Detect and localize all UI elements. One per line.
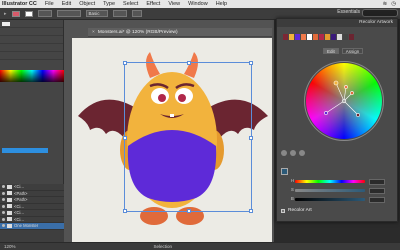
resize-handle[interactable] <box>123 136 127 140</box>
close-icon[interactable]: × <box>92 30 95 35</box>
recolor-artwork-dialog: Recolor Artwork Edit Assign H S B Recolo… <box>276 18 398 222</box>
eye-icon[interactable] <box>2 198 5 202</box>
layer-thumbnail <box>7 204 12 209</box>
brightness-value[interactable] <box>369 197 385 203</box>
layer-thumbnail <box>7 197 12 202</box>
tab-edit[interactable]: Edit <box>323 48 339 54</box>
layer-label: One Monster <box>14 223 39 229</box>
color-wheel[interactable] <box>306 63 382 139</box>
current-tool: Selection <box>153 244 173 249</box>
panel-row <box>0 36 63 44</box>
search-input[interactable] <box>362 9 398 17</box>
saturation-slider[interactable] <box>295 189 365 192</box>
layer-row-selected[interactable]: One Monster <box>0 223 64 230</box>
wifi-icon: ≋ <box>382 1 388 7</box>
workspace-switcher[interactable]: Essentials <box>337 9 360 15</box>
clock-icon: ◷ <box>391 1 396 7</box>
resize-handle[interactable] <box>249 61 253 65</box>
panel-row <box>0 52 63 60</box>
swatch-icon <box>2 21 10 26</box>
hue-slider[interactable] <box>295 180 365 183</box>
zoom-level[interactable]: 120% <box>4 244 16 249</box>
menu-type[interactable]: Type <box>103 1 115 7</box>
panel-row <box>0 20 63 28</box>
layers-panel: <Ci... <Path> <Path> <Ci... <Ci... <Ci..… <box>0 184 64 242</box>
stroke-swatch[interactable] <box>24 10 33 17</box>
color-group-swatches[interactable] <box>283 34 354 40</box>
eye-icon[interactable] <box>2 211 5 215</box>
stroke-weight[interactable] <box>37 10 52 17</box>
eye-icon[interactable] <box>2 185 5 189</box>
resize-handle[interactable] <box>123 61 127 65</box>
layer-thumbnail <box>7 217 12 222</box>
menu-help[interactable]: Help <box>216 1 227 7</box>
layer-label: <Ci... <box>14 203 24 209</box>
eye-icon[interactable] <box>2 191 5 195</box>
status-icons: ≋ ◷ <box>383 1 400 7</box>
resize-handle[interactable] <box>187 61 191 65</box>
dialog-tabs: Edit Assign <box>323 48 364 54</box>
active-color-swatch[interactable] <box>281 168 288 175</box>
fill-swatch[interactable] <box>11 10 20 17</box>
resize-handle[interactable] <box>249 136 253 140</box>
menu-bar: Illustrator CC File Edit Object Type Sel… <box>0 0 400 8</box>
layer-label: <Ci... <box>14 184 24 190</box>
saturation-value[interactable] <box>369 188 385 194</box>
tab-assign[interactable]: Assign <box>341 48 364 54</box>
resize-handle[interactable] <box>187 209 191 213</box>
document-tab[interactable]: × Monsters.ai* @ 120% (RGB/Preview) <box>88 28 272 37</box>
resize-handle[interactable] <box>249 209 253 213</box>
layer-label: <Path> <box>14 190 28 196</box>
dialog-title: Recolor Artwork <box>277 19 397 27</box>
selection-indicator: ▸ <box>4 10 7 17</box>
style-field[interactable] <box>131 10 142 17</box>
hsb-sliders: H S B <box>281 168 393 203</box>
layer-label: <Ci... <box>14 210 24 216</box>
layer-thumbnail <box>7 191 12 196</box>
remove-color-tool[interactable] <box>290 150 296 156</box>
label-s: S <box>291 187 294 192</box>
menu-file[interactable]: File <box>45 1 54 7</box>
selected-slider[interactable] <box>2 148 48 153</box>
layer-label: <Ci... <box>14 216 24 222</box>
recolor-art-option[interactable]: Recolor Art <box>281 208 312 213</box>
panel-row <box>0 44 63 52</box>
brush-definition[interactable]: Basic <box>85 10 108 17</box>
eye-icon[interactable] <box>2 204 5 208</box>
label-b: B <box>291 196 294 201</box>
recolor-art-checkbox[interactable] <box>281 208 285 213</box>
layer-label: <Path> <box>14 197 28 203</box>
eye-icon[interactable] <box>2 217 5 221</box>
status-bar: 120% Selection <box>0 242 400 250</box>
layer-thumbnail <box>7 184 12 189</box>
hue-value[interactable] <box>369 179 385 185</box>
add-color-tool[interactable] <box>281 150 287 156</box>
menu-view[interactable]: View <box>168 1 180 7</box>
wheel-tools <box>281 150 305 156</box>
variable-width-profile[interactable] <box>56 10 81 17</box>
menu-object[interactable]: Object <box>79 1 95 7</box>
color-spectrum[interactable] <box>0 70 64 82</box>
resize-handle[interactable] <box>123 209 127 213</box>
brightness-slider[interactable] <box>295 198 365 201</box>
menu-window[interactable]: Window <box>188 1 208 7</box>
layer-thumbnail <box>7 210 12 215</box>
eye-icon[interactable] <box>2 224 5 228</box>
menu-effect[interactable]: Effect <box>146 1 160 7</box>
menu-select[interactable]: Select <box>123 1 138 7</box>
opacity-field[interactable] <box>112 10 127 17</box>
selection-bounding-box[interactable] <box>123 61 253 213</box>
document-title: Monsters.ai* @ 120% (RGB/Preview) <box>97 29 178 35</box>
color-markers[interactable] <box>306 63 382 139</box>
layer-thumbnail <box>7 223 12 228</box>
link-harmony-tool[interactable] <box>299 150 305 156</box>
label-h: H <box>291 178 295 183</box>
panel-row <box>0 28 63 36</box>
recolor-art-label: Recolor Art <box>288 208 312 213</box>
app-name: Illustrator CC <box>2 1 37 7</box>
menu-edit[interactable]: Edit <box>62 1 71 7</box>
